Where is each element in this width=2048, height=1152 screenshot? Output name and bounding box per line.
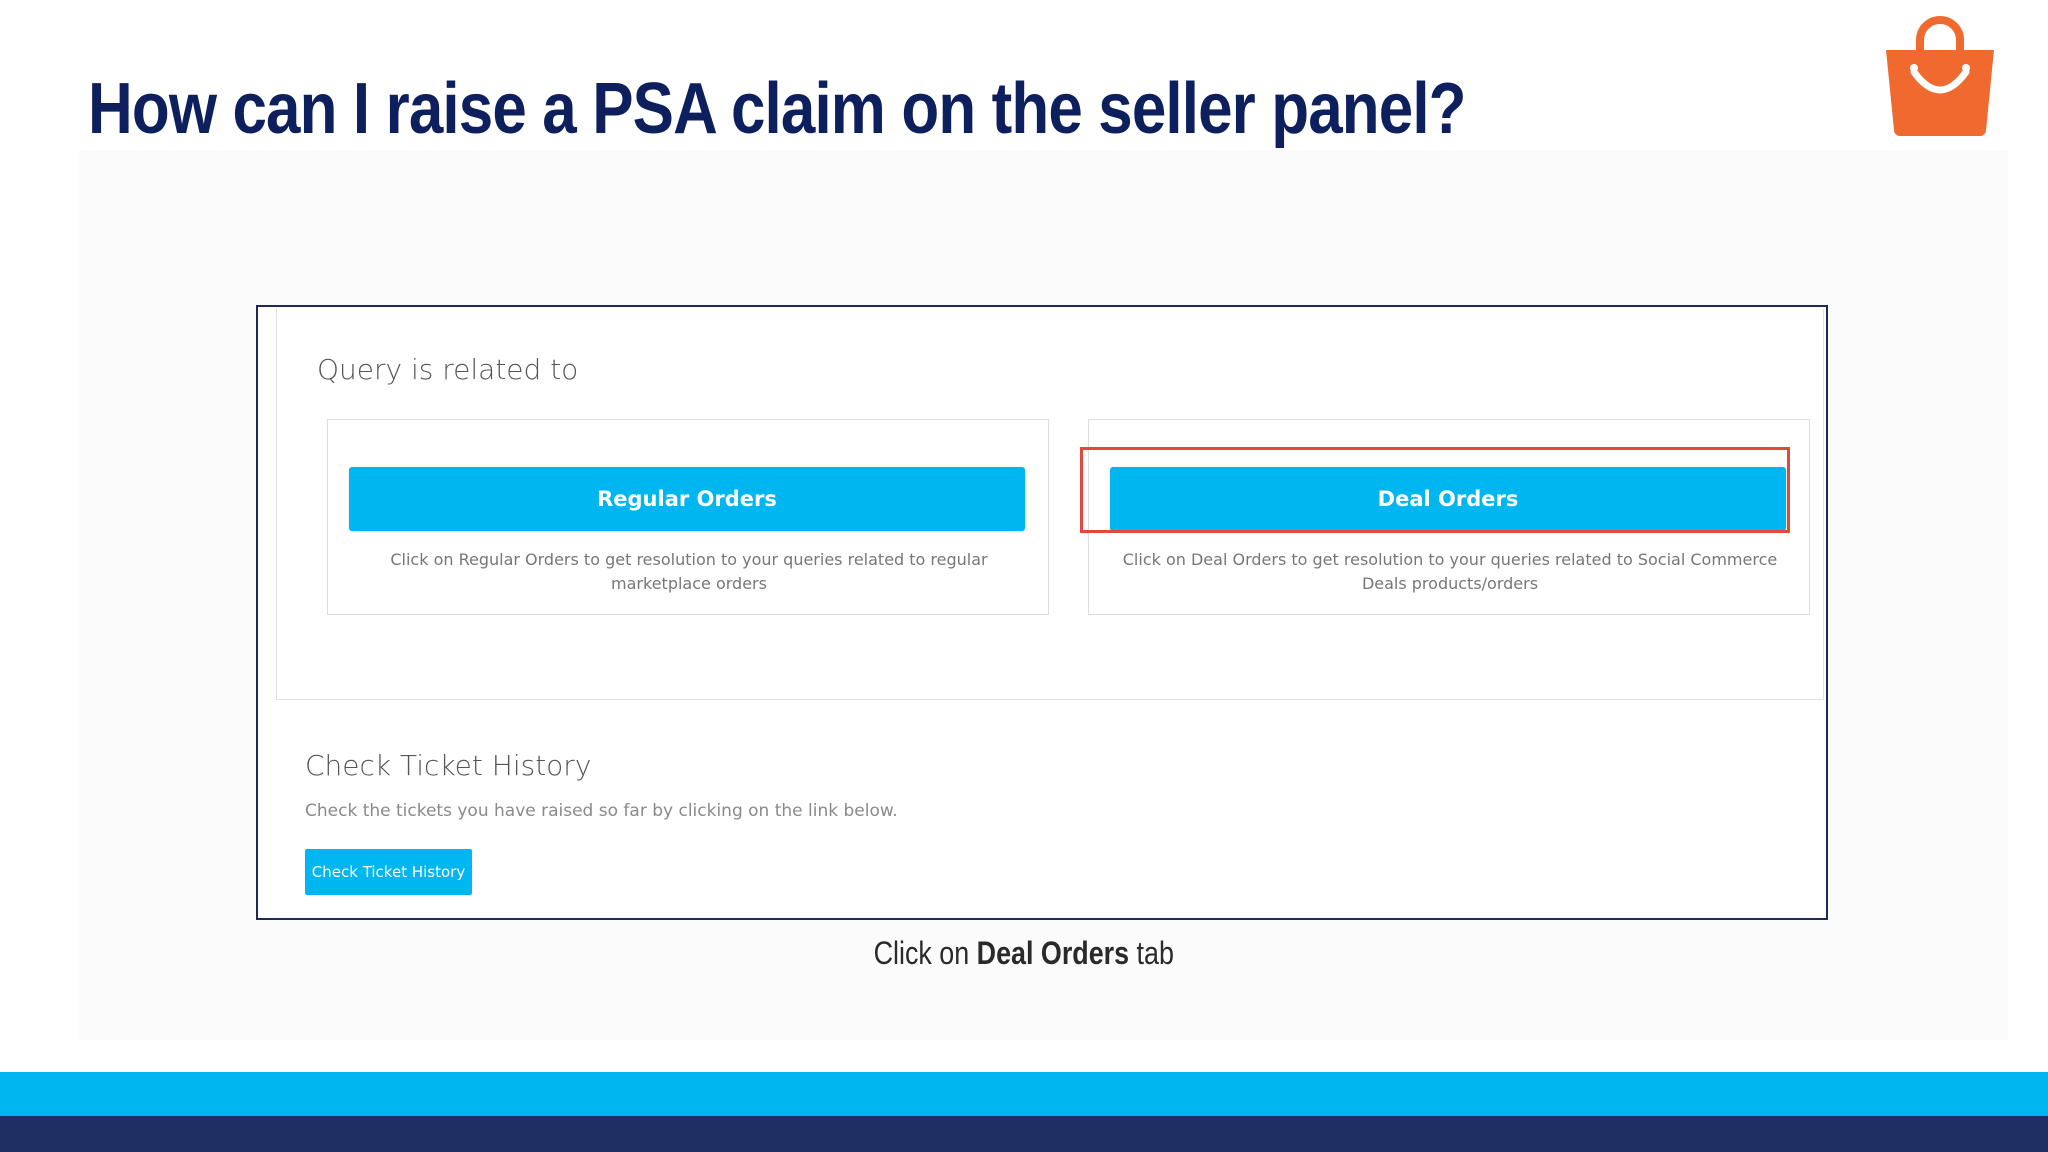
shopping-bag-icon — [1882, 16, 1998, 138]
regular-orders-description: Click on Regular Orders to get resolutio… — [390, 550, 988, 593]
check-ticket-history-button[interactable]: Check Ticket History — [305, 849, 472, 895]
deal-orders-description: Click on Deal Orders to get resolution t… — [1122, 550, 1778, 593]
footer-band-light — [0, 1072, 2048, 1116]
footer-band-dark — [0, 1116, 2048, 1152]
caption-suffix: tab — [1136, 935, 1175, 971]
instruction-caption: Click on Deal Orders tab — [0, 935, 2048, 972]
slide-title: How can I raise a PSA claim on the selle… — [88, 69, 1467, 149]
check-ticket-history-description: Check the tickets you have raised so far… — [305, 801, 898, 821]
regular-orders-card: Regular Orders Click on Regular Orders t… — [327, 419, 1049, 615]
check-ticket-history-heading: Check Ticket History — [305, 749, 592, 782]
caption-prefix: Click on — [873, 935, 970, 971]
query-label: Query is related to — [317, 353, 579, 386]
deal-orders-highlight-box — [1080, 447, 1790, 533]
caption-bold: Deal Orders — [976, 935, 1130, 971]
seller-panel-screenshot: Query is related to Regular Orders Click… — [256, 305, 1828, 920]
regular-orders-button[interactable]: Regular Orders — [349, 467, 1025, 531]
